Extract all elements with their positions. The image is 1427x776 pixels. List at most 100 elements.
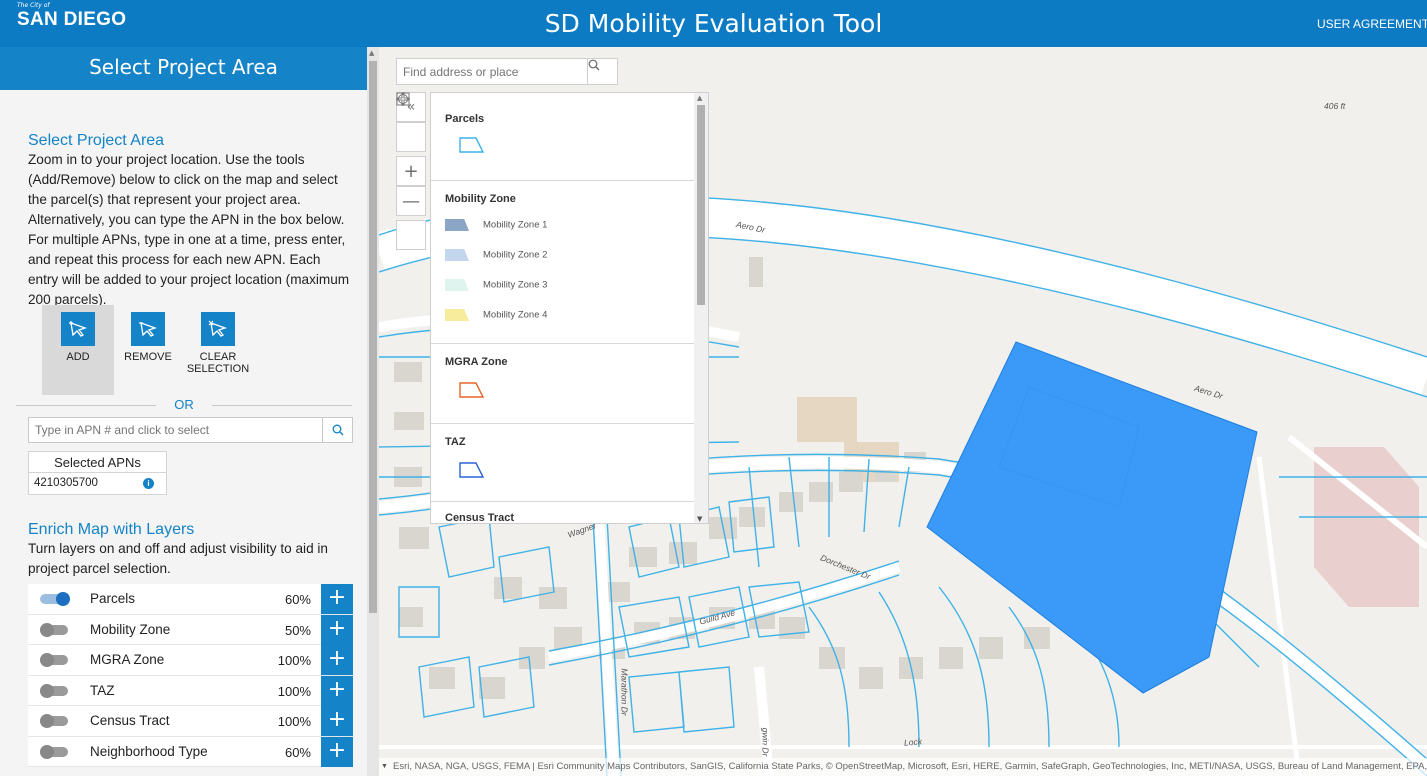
app-header: The City of SAN DIEGO SD Mobility Evalua…: [0, 0, 1427, 47]
layer-opacity: 50%: [284, 622, 311, 638]
layer-expand-button[interactable]: +: [321, 675, 353, 706]
map-attribution: ▼ Esri, NASA, NGA, USGS, FEMA | Esri Com…: [379, 758, 1427, 776]
layer-opacity: 100%: [277, 714, 311, 729]
layer-name: Mobility Zone: [90, 621, 171, 637]
map-search-button[interactable]: [587, 59, 617, 84]
street-label-gwin: gwin Dr: [760, 727, 771, 757]
layer-row-parcels: Parcels 60% +: [28, 584, 353, 615]
legend-census-tract: Census Tract: [431, 502, 696, 524]
legend-panel: Parcels Mobility Zone Mobility Zone 1 Mo…: [430, 92, 709, 524]
layer-name: Census Tract: [90, 713, 170, 728]
search-icon: [588, 59, 600, 71]
info-icon[interactable]: i: [143, 478, 154, 489]
layer-row-census-tract: Census Tract 100% +: [28, 706, 353, 737]
legend-label: Mobility Zone 1: [483, 219, 548, 231]
locate-button[interactable]: [396, 92, 426, 250]
legend-mobility-zone-1: Mobility Zone 1: [445, 219, 547, 231]
apn-input[interactable]: [29, 418, 319, 442]
layer-expand-button[interactable]: +: [321, 614, 353, 645]
parcel-symbol-icon: [459, 137, 485, 153]
legend-label: Mobility Zone 3: [483, 279, 548, 291]
legend-label: Mobility Zone 2: [483, 249, 548, 261]
zoom-out-button[interactable]: —: [396, 186, 426, 216]
add-select-icon: [61, 312, 95, 346]
layer-row-taz: TAZ 100% +: [28, 675, 353, 706]
attribution-text: Esri, NASA, NGA, USGS, FEMA | Esri Commu…: [393, 761, 1427, 772]
layer-list: Parcels 60% + Mobility Zone 50% + MGRA Z…: [28, 584, 353, 767]
layer-name: Parcels: [90, 591, 136, 606]
scroll-up-arrow-icon[interactable]: ▲: [369, 49, 374, 57]
layer-row-mobility-zone: Mobility Zone 50% +: [28, 614, 353, 645]
map-search-box: [396, 58, 618, 85]
layer-row-mgra-zone: MGRA Zone 100% +: [28, 645, 353, 676]
scroll-up-arrow-icon[interactable]: ▲: [697, 94, 702, 102]
legend-parcels: Parcels: [431, 93, 696, 181]
layer-name: Neighborhood Type: [90, 743, 208, 759]
legend-mgra-title: MGRA Zone: [445, 356, 508, 368]
legend-scrollbar[interactable]: ▲ ▼: [694, 93, 708, 523]
layer-expand-button[interactable]: +: [321, 736, 353, 767]
clear-selection-button[interactable]: CLEAR SELECTION: [182, 305, 254, 375]
or-divider: OR: [16, 397, 352, 413]
panel-scroll-thumb[interactable]: [369, 61, 377, 613]
layer-toggle[interactable]: [40, 653, 68, 667]
side-panel: Select Project Area Select Project Area …: [0, 47, 367, 776]
map-tools: « + —: [396, 92, 426, 250]
enrich-text: Turn layers on and off and adjust visibi…: [28, 541, 328, 576]
clear-select-icon: [201, 312, 235, 346]
layer-name: MGRA Zone: [90, 652, 165, 667]
layer-row-neighborhood-type: Neighborhood Type 60% +: [28, 736, 353, 767]
apn-search-box: [28, 417, 353, 443]
legend-mobility-zone-3: Mobility Zone 3: [445, 279, 547, 291]
map-search-input[interactable]: [397, 59, 585, 84]
remove-button[interactable]: REMOVE: [112, 305, 184, 363]
layer-toggle[interactable]: [40, 714, 68, 728]
legend-scroll-thumb[interactable]: [697, 105, 705, 305]
legend-taz-title: TAZ: [445, 436, 466, 448]
layer-expand-button[interactable]: +: [321, 645, 353, 675]
scroll-down-arrow-icon[interactable]: ▼: [697, 515, 702, 523]
minus-icon: —: [402, 190, 420, 212]
selected-apn-row: 4210305700 i: [28, 473, 167, 495]
layer-toggle[interactable]: [40, 683, 68, 698]
layer-opacity: 60%: [284, 744, 311, 760]
legend-label: Mobility Zone 4: [483, 309, 548, 321]
swatch: [445, 309, 469, 321]
layer-expand-button[interactable]: +: [321, 584, 353, 614]
attribution-toggle-icon[interactable]: ▼: [381, 758, 388, 776]
elevation-label: 406 ft: [1324, 101, 1346, 111]
legend-census-title: Census Tract: [445, 512, 515, 524]
layer-opacity: 100%: [277, 683, 311, 699]
map-view[interactable]: Aero Dr Aero Dr Dorchester Dr Guild Ave …: [379, 47, 1427, 776]
app-title: SD Mobility Evaluation Tool: [544, 9, 883, 38]
clear-selection-label: CLEAR SELECTION: [186, 351, 250, 375]
legend-parcels-title: Parcels: [445, 113, 485, 125]
panel-header-title: Select Project Area: [0, 47, 367, 90]
locate-icon: [396, 92, 410, 106]
zoom-in-button[interactable]: +: [396, 156, 426, 186]
panel-scrollbar[interactable]: ▲: [367, 47, 379, 776]
enrich-heading: Enrich Map with Layers: [28, 521, 195, 538]
swatch: [445, 249, 469, 261]
street-label-marathon: Marathon Dr: [619, 668, 630, 716]
swatch: [445, 219, 469, 231]
layer-toggle[interactable]: [40, 592, 70, 606]
add-button[interactable]: ADD: [42, 305, 114, 395]
layer-toggle[interactable]: [40, 744, 68, 759]
remove-label: REMOVE: [124, 351, 172, 363]
remove-select-icon: [131, 312, 165, 346]
mgra-symbol-icon: [459, 382, 485, 398]
search-icon: [332, 424, 343, 436]
select-area-heading: Select Project Area: [28, 132, 165, 149]
legend-mobility-zone-4: Mobility Zone 4: [445, 309, 547, 321]
basemap-gallery-button[interactable]: [396, 92, 426, 152]
legend-mgra-zone: MGRA Zone: [431, 344, 696, 424]
plus-icon: +: [403, 160, 419, 182]
add-label: ADD: [66, 351, 90, 363]
layer-opacity: 100%: [277, 653, 311, 668]
user-agreement-link[interactable]: USER AGREEMENT: [1317, 17, 1427, 31]
layer-toggle[interactable]: [40, 622, 68, 637]
apn-search-button[interactable]: [322, 418, 352, 442]
selection-tools: ADD REMOVE CLEAR SELECTION: [28, 305, 358, 395]
layer-expand-button[interactable]: +: [321, 706, 353, 736]
